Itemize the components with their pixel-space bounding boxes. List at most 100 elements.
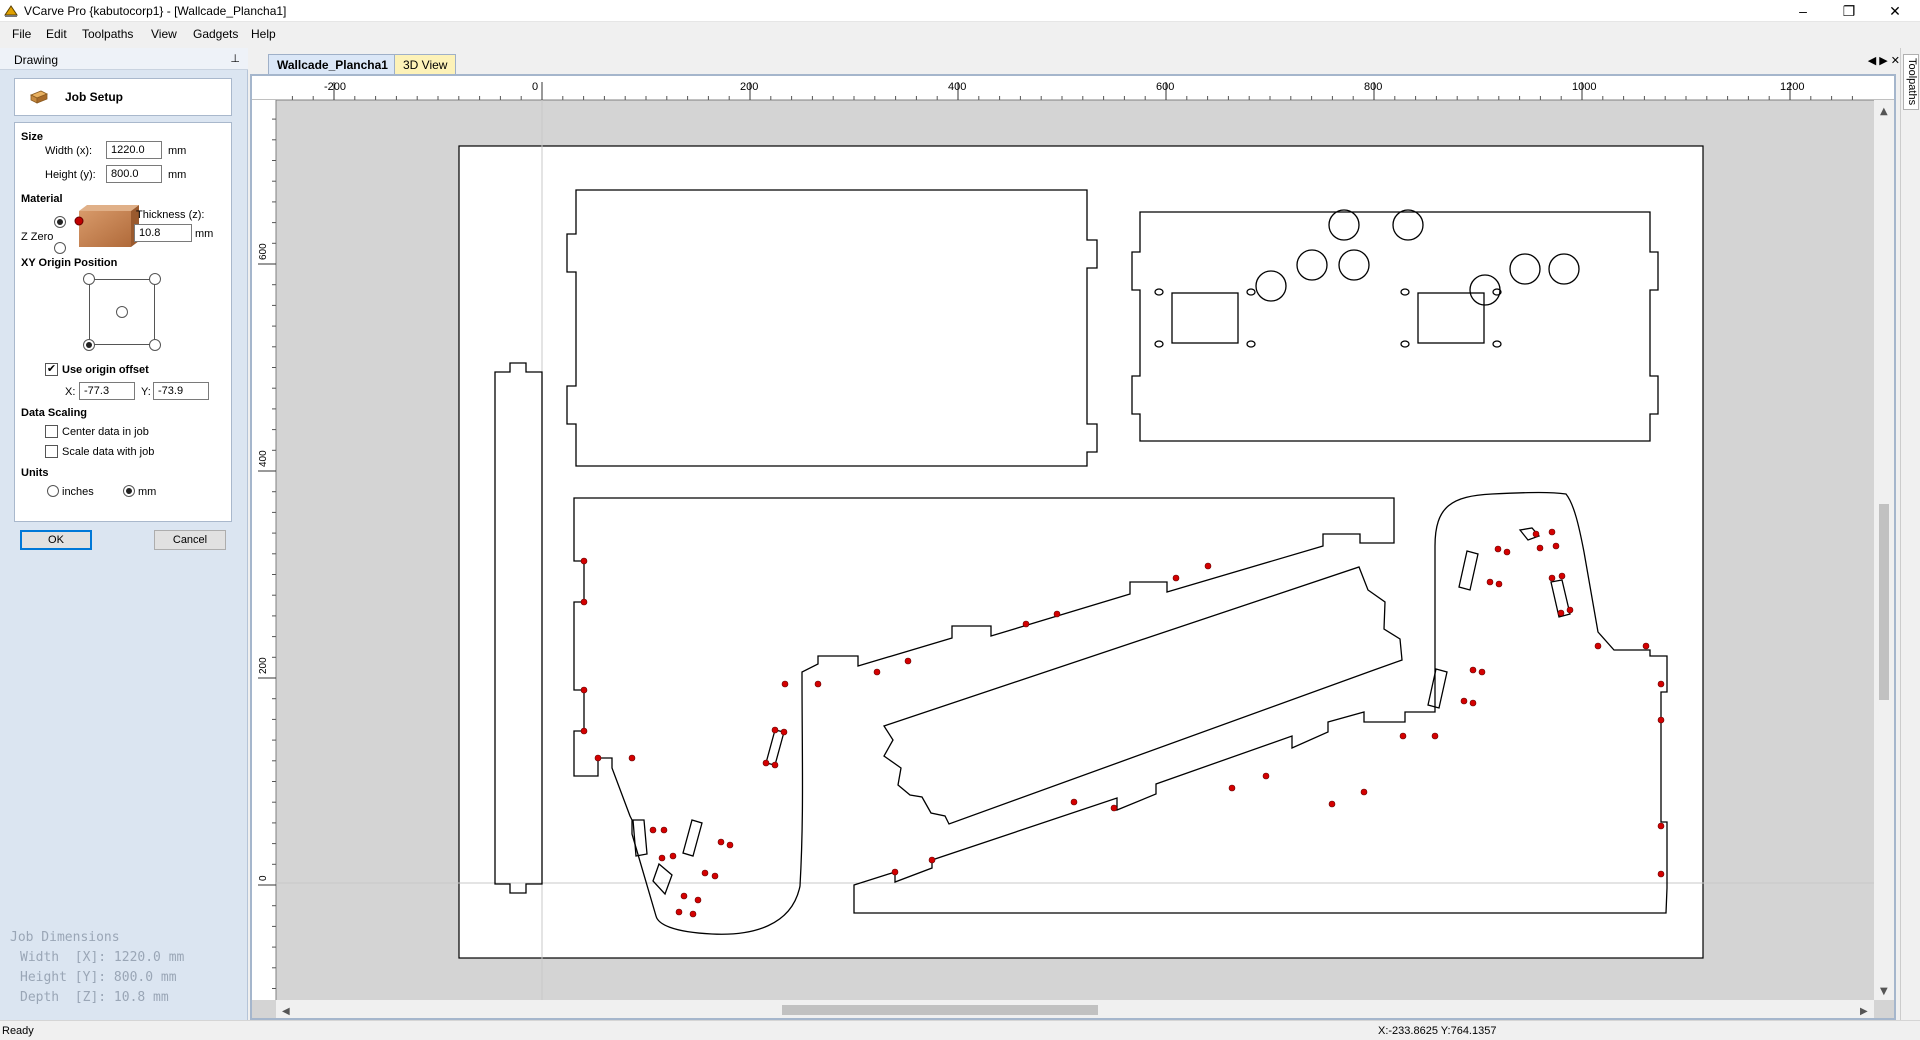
node: [780, 728, 788, 736]
node: [689, 910, 697, 918]
node: [1431, 732, 1439, 740]
menu-gadgets[interactable]: Gadgets: [193, 27, 238, 41]
unit-mm-radio[interactable]: [123, 485, 135, 497]
drawing-view[interactable]: -200 0 200 400 600 800 1000 1200 600 400 200 0 ▲ ▼…: [250, 74, 1896, 1020]
document-tabs: Wallcade_Plancha1 3D View ◀ ▶ ✕: [250, 52, 1900, 74]
panel-header: Drawing ⊥: [0, 48, 248, 70]
node: [658, 854, 666, 862]
scale-data-checkbox[interactable]: [45, 445, 58, 458]
window-title: VCarve Pro {kabutocorp1} - [Wallcade_Pla…: [24, 4, 287, 18]
scroll-left-arrow: ◀: [282, 1006, 290, 1017]
node: [660, 826, 668, 834]
ruler-tick-label: -200: [324, 81, 346, 93]
job-width-readout: Width [X]: 1220.0 mm: [20, 950, 185, 965]
ruler-tick-label: 200: [258, 657, 269, 674]
node: [669, 852, 677, 860]
z-zero-top-radio[interactable]: [54, 216, 66, 228]
unit-mm-label: mm: [138, 486, 157, 498]
offset-y-input[interactable]: [153, 382, 209, 400]
ruler-tick-label: 0: [532, 81, 538, 93]
node: [1478, 668, 1486, 676]
offset-x-input[interactable]: [79, 382, 135, 400]
node: [649, 826, 657, 834]
use-origin-offset-checkbox[interactable]: ✔: [45, 363, 58, 376]
origin-center-radio[interactable]: [116, 306, 128, 318]
node: [1070, 798, 1078, 806]
horizontal-scroll-thumb: [782, 1005, 1098, 1015]
node: [628, 754, 636, 762]
origin-bottom-right-radio[interactable]: [149, 339, 161, 351]
ok-button[interactable]: OK: [20, 530, 92, 550]
origin-top-left-radio[interactable]: [83, 273, 95, 285]
node: [1548, 574, 1556, 582]
units-heading: Units: [21, 467, 49, 479]
drawing-canvas[interactable]: -200 0 200 400 600 800 1000 1200 600 400 200 0 ▲ ▼…: [252, 76, 1894, 1018]
node: [1110, 804, 1118, 812]
scale-data-label: Scale data with job: [62, 446, 155, 458]
node: [675, 908, 683, 916]
right-panel-strip: Toolpaths: [1900, 48, 1920, 1020]
job-dimensions: Job Dimensions Width [X]: 1220.0 mm Heig…: [10, 928, 184, 1008]
width-label: Width (x):: [45, 145, 93, 157]
z-zero-bottom-radio[interactable]: [54, 242, 66, 254]
node: [1494, 545, 1502, 553]
node: [711, 872, 719, 880]
menu-toolpaths[interactable]: Toolpaths: [82, 27, 133, 41]
menu-edit[interactable]: Edit: [46, 27, 67, 41]
node: [1594, 642, 1602, 650]
use-origin-offset-label: Use origin offset: [62, 364, 149, 376]
status-text: Ready: [2, 1025, 34, 1037]
ruler-tick-label: 600: [258, 243, 269, 260]
origin-top-right-radio[interactable]: [149, 273, 161, 285]
node: [1172, 574, 1180, 582]
ruler-tick-label: 600: [1156, 81, 1174, 93]
node: [717, 838, 725, 846]
xy-origin-heading: XY Origin Position: [21, 257, 118, 269]
node: [1486, 578, 1494, 586]
node: [580, 557, 588, 565]
tab-3d-view[interactable]: 3D View: [394, 54, 457, 74]
ruler-tick-label: 1200: [1780, 81, 1804, 93]
ruler-tick-label: 400: [948, 81, 966, 93]
node: [1460, 697, 1468, 705]
width-unit: mm: [168, 145, 187, 157]
node: [1657, 680, 1665, 688]
vertical-ruler: [252, 100, 276, 1000]
width-input[interactable]: [106, 141, 162, 159]
pin-icon[interactable]: ⊥: [230, 52, 240, 65]
node: [904, 657, 912, 665]
menu-file[interactable]: File: [12, 27, 31, 41]
node: [1657, 716, 1665, 724]
height-unit: mm: [168, 169, 187, 181]
ruler-tick-label: 1000: [1572, 81, 1596, 93]
job-depth-readout: Depth [Z]: 10.8 mm: [20, 990, 169, 1005]
node: [873, 668, 881, 676]
offset-x-label: X:: [65, 386, 76, 398]
node: [1495, 580, 1503, 588]
unit-inches-radio[interactable]: [47, 485, 59, 497]
node: [1328, 800, 1336, 808]
ruler-tick-label: 400: [258, 450, 269, 467]
job-dimensions-heading: Job Dimensions: [10, 930, 120, 945]
menu-view[interactable]: View: [151, 27, 177, 41]
toolpaths-side-tab[interactable]: Toolpaths: [1903, 54, 1919, 110]
size-heading: Size: [21, 131, 44, 143]
menu-help[interactable]: Help: [251, 27, 276, 41]
maximize-button[interactable]: ❐: [1826, 0, 1872, 22]
height-input[interactable]: [106, 165, 162, 183]
center-data-checkbox[interactable]: [45, 425, 58, 438]
tab-wallcade-plancha1[interactable]: Wallcade_Plancha1: [268, 54, 397, 74]
material-block-icon: [30, 90, 48, 104]
tab-navigation[interactable]: ◀ ▶ ✕: [1868, 54, 1900, 67]
cursor-coordinates: X:-233.8625 Y:764.1357: [1378, 1025, 1497, 1037]
menu-bar: File Edit Toolpaths View Gadgets Help: [0, 22, 1920, 46]
scroll-up-arrow: ▲: [1880, 106, 1888, 117]
node: [1557, 609, 1565, 617]
origin-bottom-left-radio[interactable]: [83, 339, 95, 351]
node: [1503, 548, 1511, 556]
cancel-button[interactable]: Cancel: [154, 530, 226, 550]
minimize-button[interactable]: –: [1780, 0, 1826, 22]
node: [580, 727, 588, 735]
close-button[interactable]: ✕: [1872, 0, 1918, 22]
thickness-input[interactable]: [134, 224, 192, 242]
